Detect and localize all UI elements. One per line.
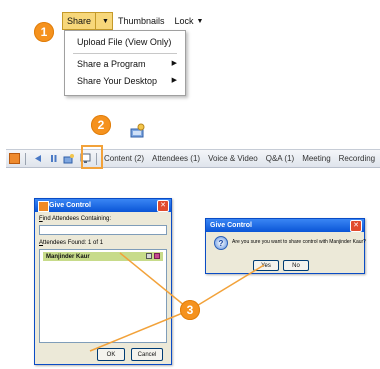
step-3-badge: 3 bbox=[180, 300, 200, 320]
